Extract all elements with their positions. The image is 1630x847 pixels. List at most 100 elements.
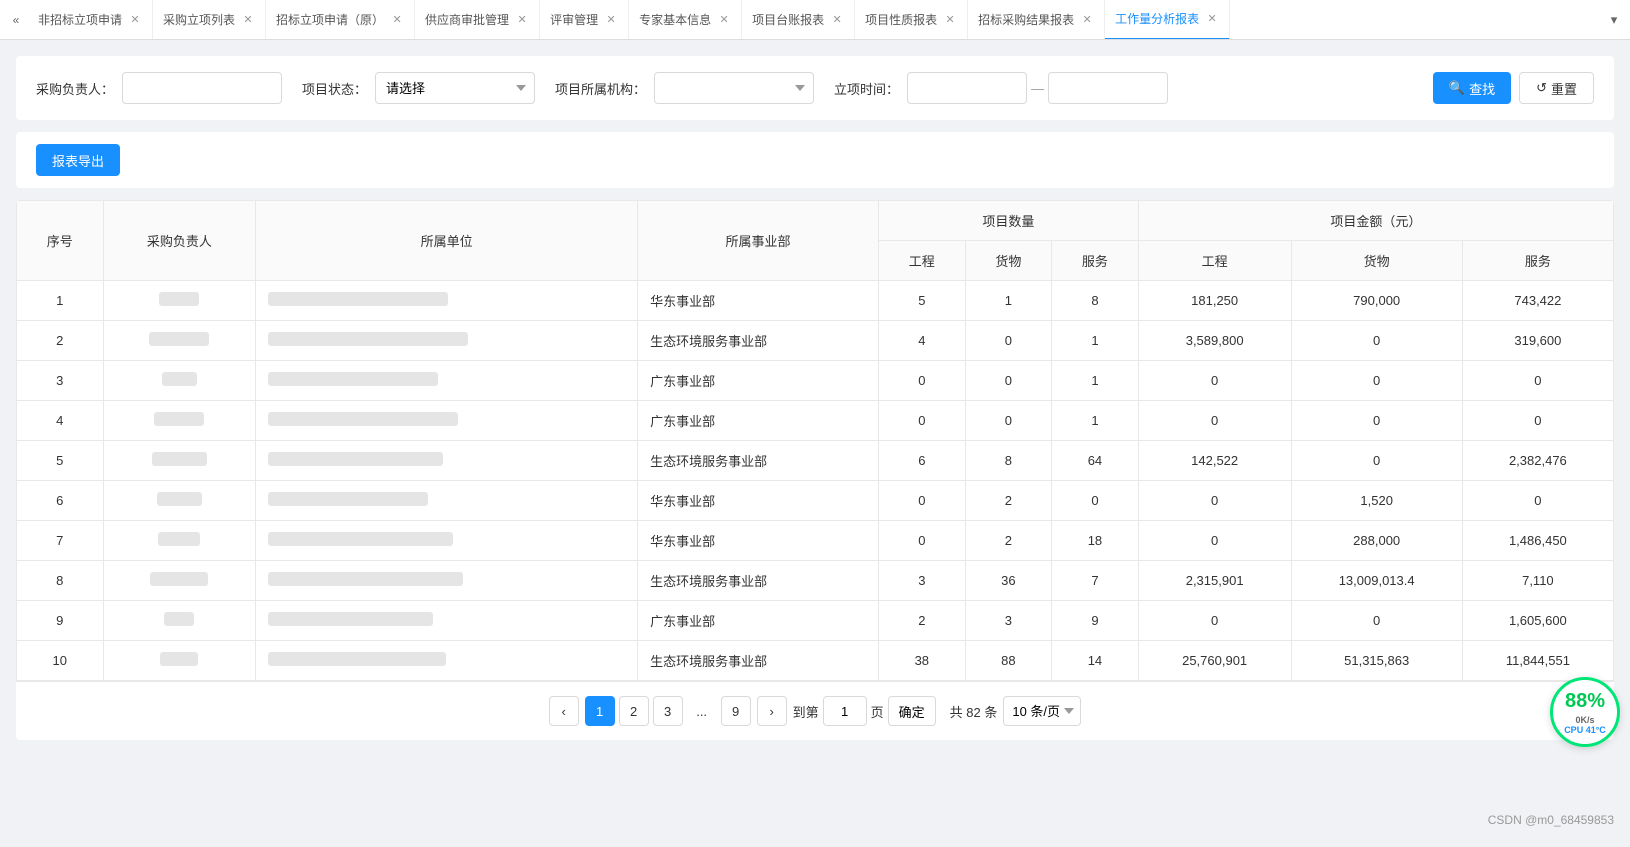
cell-qty-service: 7 bbox=[1052, 561, 1139, 601]
cell-amount-service: 0 bbox=[1462, 401, 1613, 441]
filter-org: 项目所属机构： bbox=[555, 72, 814, 104]
tab-close-0[interactable]: ✕ bbox=[128, 13, 142, 27]
table-row: 5 生态环境服务事业部 6 8 64 142,522 0 2,382,476 bbox=[17, 441, 1614, 481]
org-select[interactable] bbox=[654, 72, 814, 104]
page-btn-1[interactable]: 2 bbox=[619, 696, 649, 726]
cell-qty-goods: 8 bbox=[965, 441, 1052, 481]
cell-qty-goods: 36 bbox=[965, 561, 1052, 601]
th-dept: 所属事业部 bbox=[638, 201, 879, 281]
tab-close-8[interactable]: ✕ bbox=[1080, 13, 1094, 27]
tab-label: 采购立项列表 bbox=[163, 11, 235, 28]
page-btn-4[interactable]: 9 bbox=[721, 696, 751, 726]
page-next-btn[interactable]: › bbox=[757, 696, 787, 726]
tab-item-5[interactable]: 专家基本信息 ✕ bbox=[629, 0, 742, 40]
tab-item-0[interactable]: 非招标立项申请 ✕ bbox=[28, 0, 153, 40]
cell-qty-eng: 5 bbox=[879, 281, 966, 321]
date-label: 立项时间： bbox=[834, 79, 899, 98]
cell-no: 2 bbox=[17, 321, 104, 361]
status-select[interactable]: 请选择 bbox=[375, 72, 535, 104]
cell-no: 7 bbox=[17, 521, 104, 561]
tab-item-7[interactable]: 项目性质报表✕ bbox=[855, 0, 968, 40]
table-row: 2 生态环境服务事业部 4 0 1 3,589,800 0 319,600 bbox=[17, 321, 1614, 361]
tab-item-6[interactable]: 项目台账报表✕ bbox=[742, 0, 855, 40]
cell-amount-goods: 790,000 bbox=[1291, 281, 1462, 321]
page-confirm-btn[interactable]: 确定 bbox=[888, 696, 936, 726]
reset-icon: ↺ bbox=[1536, 80, 1547, 96]
page-size-select[interactable]: 10 条/页 bbox=[1003, 696, 1081, 726]
cell-dept: 广东事业部 bbox=[638, 361, 879, 401]
tab-more-btn[interactable]: ▾ bbox=[1602, 0, 1626, 40]
tab-item-3[interactable]: 供应商审批管理✕ bbox=[415, 0, 540, 40]
cell-amount-goods: 0 bbox=[1291, 601, 1462, 641]
export-button[interactable]: 报表导出 bbox=[36, 144, 120, 176]
cell-no: 6 bbox=[17, 481, 104, 521]
tab-label: 专家基本信息 bbox=[639, 11, 711, 28]
tab-close-7[interactable]: ✕ bbox=[943, 13, 957, 27]
cell-dept: 生态环境服务事业部 bbox=[638, 641, 879, 681]
tab-close-2[interactable]: ✕ bbox=[390, 13, 404, 27]
tab-close-1[interactable]: ✕ bbox=[241, 13, 255, 27]
cell-amount-goods: 0 bbox=[1291, 321, 1462, 361]
tab-item-8[interactable]: 招标采购结果报表✕ bbox=[968, 0, 1105, 40]
cell-amount-eng: 0 bbox=[1138, 481, 1291, 521]
cell-amount-eng: 0 bbox=[1138, 521, 1291, 561]
tab-item-1[interactable]: 采购立项列表 ✕ bbox=[153, 0, 266, 40]
cell-dept: 广东事业部 bbox=[638, 401, 879, 441]
search-icon: 🔍 bbox=[1449, 80, 1465, 96]
cell-amount-goods: 0 bbox=[1291, 401, 1462, 441]
tab-item-9[interactable]: 工作量分析报表 ✕ bbox=[1105, 0, 1230, 40]
cell-dept: 生态环境服务事业部 bbox=[638, 441, 879, 481]
cell-no: 10 bbox=[17, 641, 104, 681]
cell-qty-goods: 0 bbox=[965, 361, 1052, 401]
cell-amount-eng: 2,315,901 bbox=[1138, 561, 1291, 601]
cell-no: 9 bbox=[17, 601, 104, 641]
tab-close-4[interactable]: ✕ bbox=[604, 13, 618, 27]
cell-dept: 广东事业部 bbox=[638, 601, 879, 641]
th-qty-service: 服务 bbox=[1052, 241, 1139, 281]
th-person: 采购负责人 bbox=[103, 201, 256, 281]
tab-nav-left[interactable]: « bbox=[4, 0, 28, 40]
page-label: 页 bbox=[871, 702, 884, 721]
cell-amount-goods: 0 bbox=[1291, 361, 1462, 401]
cell-amount-eng: 181,250 bbox=[1138, 281, 1291, 321]
cell-amount-service: 319,600 bbox=[1462, 321, 1613, 361]
cell-unit bbox=[256, 361, 638, 401]
cell-unit bbox=[256, 641, 638, 681]
cell-amount-service: 1,486,450 bbox=[1462, 521, 1613, 561]
pagination: ‹ 123...9 › 到第 页 确定 共 82 条 10 条/页 bbox=[16, 681, 1614, 740]
cell-unit bbox=[256, 521, 638, 561]
search-button[interactable]: 🔍 查找 bbox=[1433, 72, 1511, 104]
reset-button[interactable]: ↺ 重置 bbox=[1519, 72, 1594, 104]
page-btn-0[interactable]: 1 bbox=[585, 696, 615, 726]
cell-person bbox=[103, 321, 256, 361]
cell-qty-service: 1 bbox=[1052, 321, 1139, 361]
date-start-input[interactable] bbox=[907, 72, 1027, 104]
goto-label: 到第 bbox=[793, 702, 819, 721]
cell-qty-service: 8 bbox=[1052, 281, 1139, 321]
th-amount-service: 服务 bbox=[1462, 241, 1613, 281]
status-label: 项目状态： bbox=[302, 79, 367, 98]
tab-item-2[interactable]: 招标立项申请（原）✕ bbox=[266, 0, 415, 40]
tab-close-3[interactable]: ✕ bbox=[515, 13, 529, 27]
person-input[interactable] bbox=[122, 72, 282, 104]
tab-close-9[interactable]: ✕ bbox=[1205, 12, 1219, 26]
cell-no: 5 bbox=[17, 441, 104, 481]
table-row: 1 华东事业部 5 1 8 181,250 790,000 743,422 bbox=[17, 281, 1614, 321]
tab-item-4[interactable]: 评审管理 ✕ bbox=[540, 0, 629, 40]
tab-bar: « 非招标立项申请✕采购立项列表✕招标立项申请（原）✕供应商审批管理✕评审管理✕… bbox=[0, 0, 1630, 40]
tab-close-6[interactable]: ✕ bbox=[830, 13, 844, 27]
page-btn-3[interactable]: ... bbox=[687, 696, 717, 726]
goto-input[interactable] bbox=[823, 696, 867, 726]
cell-unit bbox=[256, 401, 638, 441]
cell-person bbox=[103, 281, 256, 321]
cell-qty-eng: 38 bbox=[879, 641, 966, 681]
page-goto: 到第 页 确定 bbox=[793, 696, 936, 726]
date-end-input[interactable] bbox=[1048, 72, 1168, 104]
tab-label: 评审管理 bbox=[550, 11, 598, 28]
cell-amount-eng: 0 bbox=[1138, 401, 1291, 441]
page-btn-2[interactable]: 3 bbox=[653, 696, 683, 726]
tab-label: 非招标立项申请 bbox=[38, 11, 122, 28]
tab-label: 工作量分析报表 bbox=[1115, 10, 1199, 27]
tab-close-5[interactable]: ✕ bbox=[717, 13, 731, 27]
page-prev-btn[interactable]: ‹ bbox=[549, 696, 579, 726]
